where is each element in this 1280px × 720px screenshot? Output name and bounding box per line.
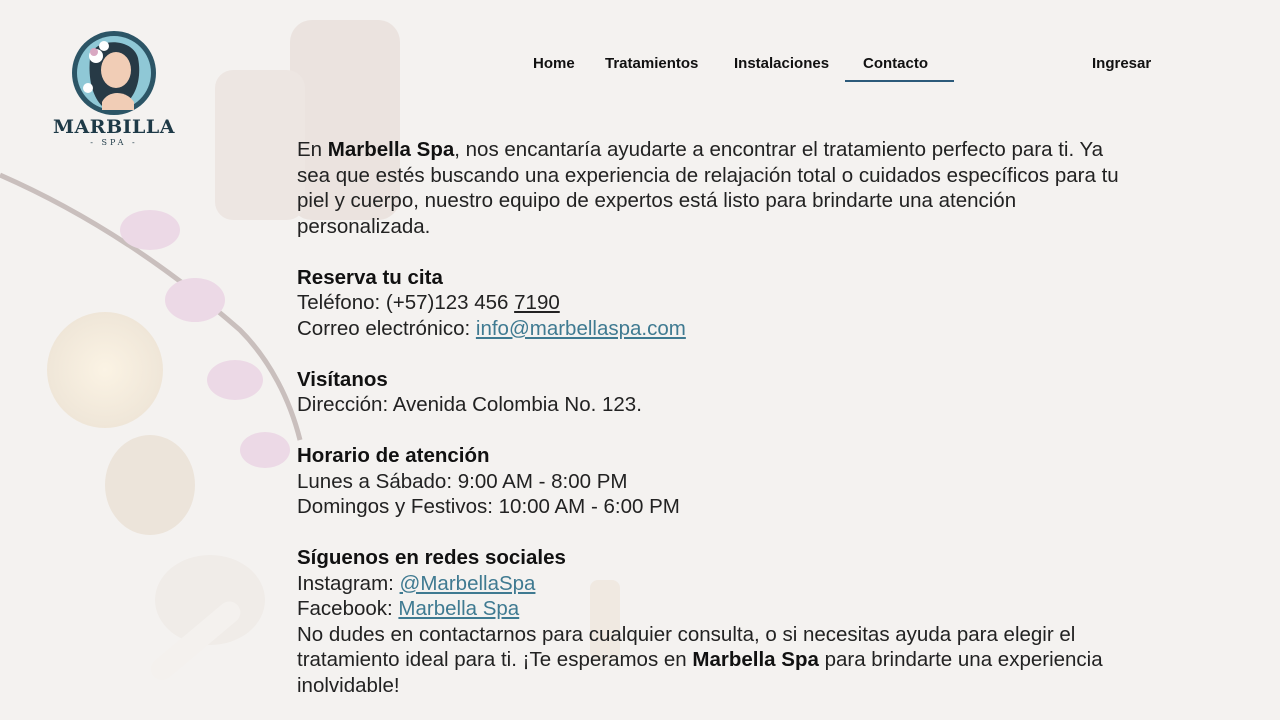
- nav-contacto[interactable]: Contacto: [845, 55, 954, 82]
- nav-ingresar[interactable]: Ingresar: [1092, 55, 1151, 72]
- facebook-line: Facebook: Marbella Spa: [297, 597, 520, 620]
- email-line: Correo electrónico: info@marbellaspa.com: [297, 316, 686, 340]
- nav-tratamientos[interactable]: Tratamientos: [605, 55, 698, 72]
- instagram-link[interactable]: @MarbellaSpa: [400, 572, 536, 595]
- towel-decor: [215, 70, 305, 220]
- facebook-link[interactable]: Marbella Spa: [398, 597, 519, 620]
- phone-link[interactable]: 7190: [514, 291, 560, 314]
- nav-home[interactable]: Home: [533, 55, 575, 72]
- sunday-hours: Domingos y Festivos: 10:00 AM - 6:00 PM: [297, 495, 680, 518]
- intro-brand: Marbella Spa: [327, 138, 455, 161]
- brand-name: MARBILLA: [53, 116, 175, 138]
- main-navigation: Home Tratamientos Instalaciones Contacto…: [0, 55, 1280, 85]
- reserva-heading: Reserva tu cita: [297, 265, 443, 289]
- email-link[interactable]: info@marbellaspa.com: [476, 317, 686, 340]
- jar-decor: [105, 435, 195, 535]
- horario-heading: Horario de atención: [297, 444, 490, 467]
- weekday-hours: Lunes a Sábado: 9:00 AM - 8:00 PM: [297, 469, 628, 493]
- closing-paragraph: No dudes en contactarnos para cualquier …: [297, 622, 1103, 697]
- redes-heading: Síguenos en redes sociales: [297, 546, 566, 569]
- visita-heading: Visítanos: [297, 367, 388, 391]
- nav-instalaciones[interactable]: Instalaciones: [734, 55, 829, 72]
- phone-line: Teléfono: (+57)123 456 7190: [297, 291, 560, 314]
- instagram-line: Instagram: @MarbellaSpa: [297, 571, 536, 595]
- intro-paragraph: En Marbella Spa, nos encantaría ayudarte…: [297, 138, 1119, 238]
- candle-decor: [47, 312, 163, 428]
- brand-logo[interactable]: MARBILLA - SPA -: [52, 28, 176, 152]
- contact-content: En Marbella Spa, nos encantaría ayudarte…: [297, 137, 1127, 698]
- address-line: Dirección: Avenida Colombia No. 123.: [297, 393, 642, 416]
- closing-brand: Marbella Spa: [692, 648, 819, 671]
- brand-subtitle: - SPA -: [90, 138, 138, 147]
